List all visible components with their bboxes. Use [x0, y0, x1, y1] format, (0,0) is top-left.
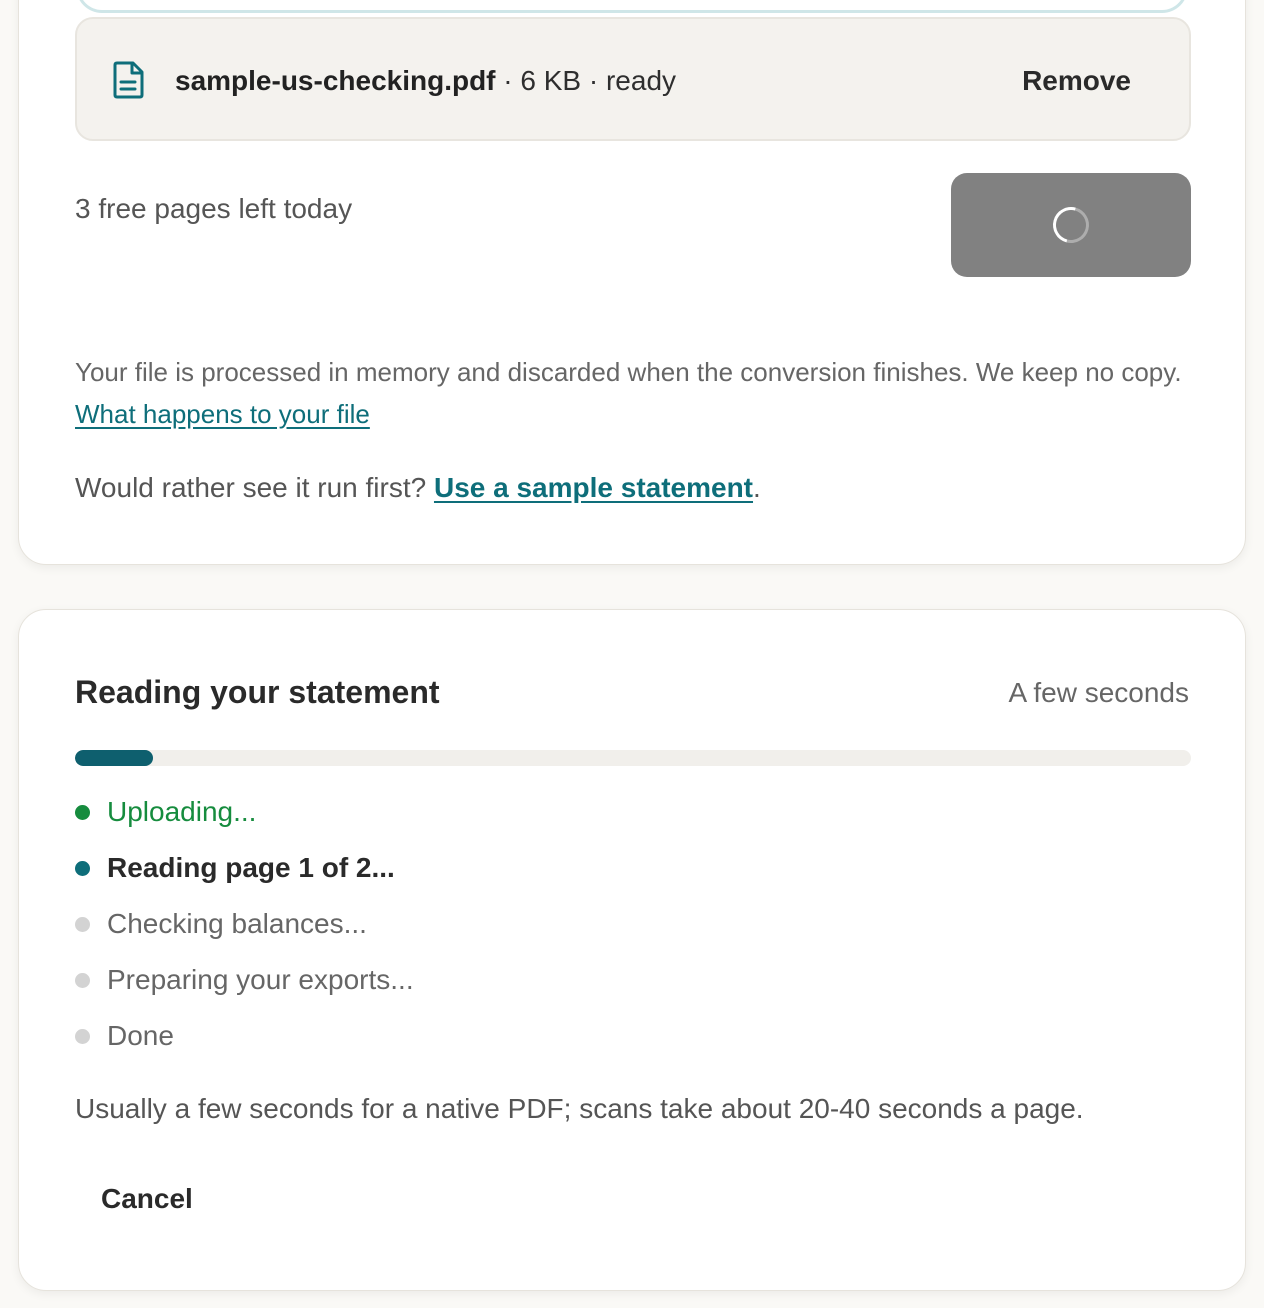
step-preparing: Preparing your exports...	[75, 960, 414, 1016]
sample-prompt-text: Would rather see it run first?	[75, 472, 434, 503]
privacy-note: Your file is processed in memory and dis…	[75, 351, 1195, 435]
timing-note: Usually a few seconds for a native PDF; …	[75, 1093, 1084, 1124]
step-label: Preparing your exports...	[107, 964, 414, 995]
cancel-button[interactable]: Cancel	[101, 1180, 193, 1218]
step-done: Done	[75, 1016, 414, 1072]
selected-file-row: sample-us-checking.pdf · 6 KB · ready Re…	[75, 17, 1191, 141]
progress-card: Reading your statement A few seconds Upl…	[18, 609, 1246, 1291]
convert-button[interactable]	[951, 173, 1191, 277]
step-label: Uploading...	[107, 796, 257, 827]
privacy-text: Your file is processed in memory and dis…	[75, 357, 1182, 387]
progress-title: Reading your statement	[75, 674, 440, 710]
sample-suffix: .	[753, 472, 761, 503]
file-info: sample-us-checking.pdf · 6 KB · ready	[175, 63, 676, 99]
privacy-link[interactable]: What happens to your file	[75, 399, 370, 429]
step-reading: Reading page 1 of 2...	[75, 848, 414, 904]
step-status-dot	[75, 861, 90, 876]
step-label: Done	[107, 1020, 174, 1051]
step-label: Checking balances...	[107, 908, 367, 939]
remove-file-button[interactable]: Remove	[1022, 63, 1131, 99]
document-icon	[113, 61, 144, 99]
upload-card: sample-us-checking.pdf · 6 KB · ready Re…	[18, 0, 1246, 565]
file-name: sample-us-checking.pdf	[175, 65, 496, 96]
step-status-dot	[75, 805, 90, 820]
sample-prompt: Would rather see it run first? Use a sam…	[75, 468, 761, 508]
step-checking: Checking balances...	[75, 904, 414, 960]
progress-steps: Uploading... Reading page 1 of 2... Chec…	[75, 792, 414, 1072]
step-status-dot	[75, 1029, 90, 1044]
time-estimate: A few seconds	[1008, 677, 1189, 708]
step-uploading: Uploading...	[75, 792, 414, 848]
spinner-icon	[1046, 200, 1096, 250]
dropzone[interactable]	[76, 0, 1188, 13]
file-meta: · 6 KB · ready	[495, 65, 677, 96]
progress-bar-fill	[75, 750, 154, 766]
step-label: Reading page 1 of 2...	[107, 852, 395, 883]
use-sample-link[interactable]: Use a sample statement	[434, 472, 753, 503]
free-pages-remaining: 3 free pages left today	[75, 193, 353, 224]
progress-bar	[75, 750, 1191, 766]
step-status-dot	[75, 917, 90, 932]
step-status-dot	[75, 973, 90, 988]
